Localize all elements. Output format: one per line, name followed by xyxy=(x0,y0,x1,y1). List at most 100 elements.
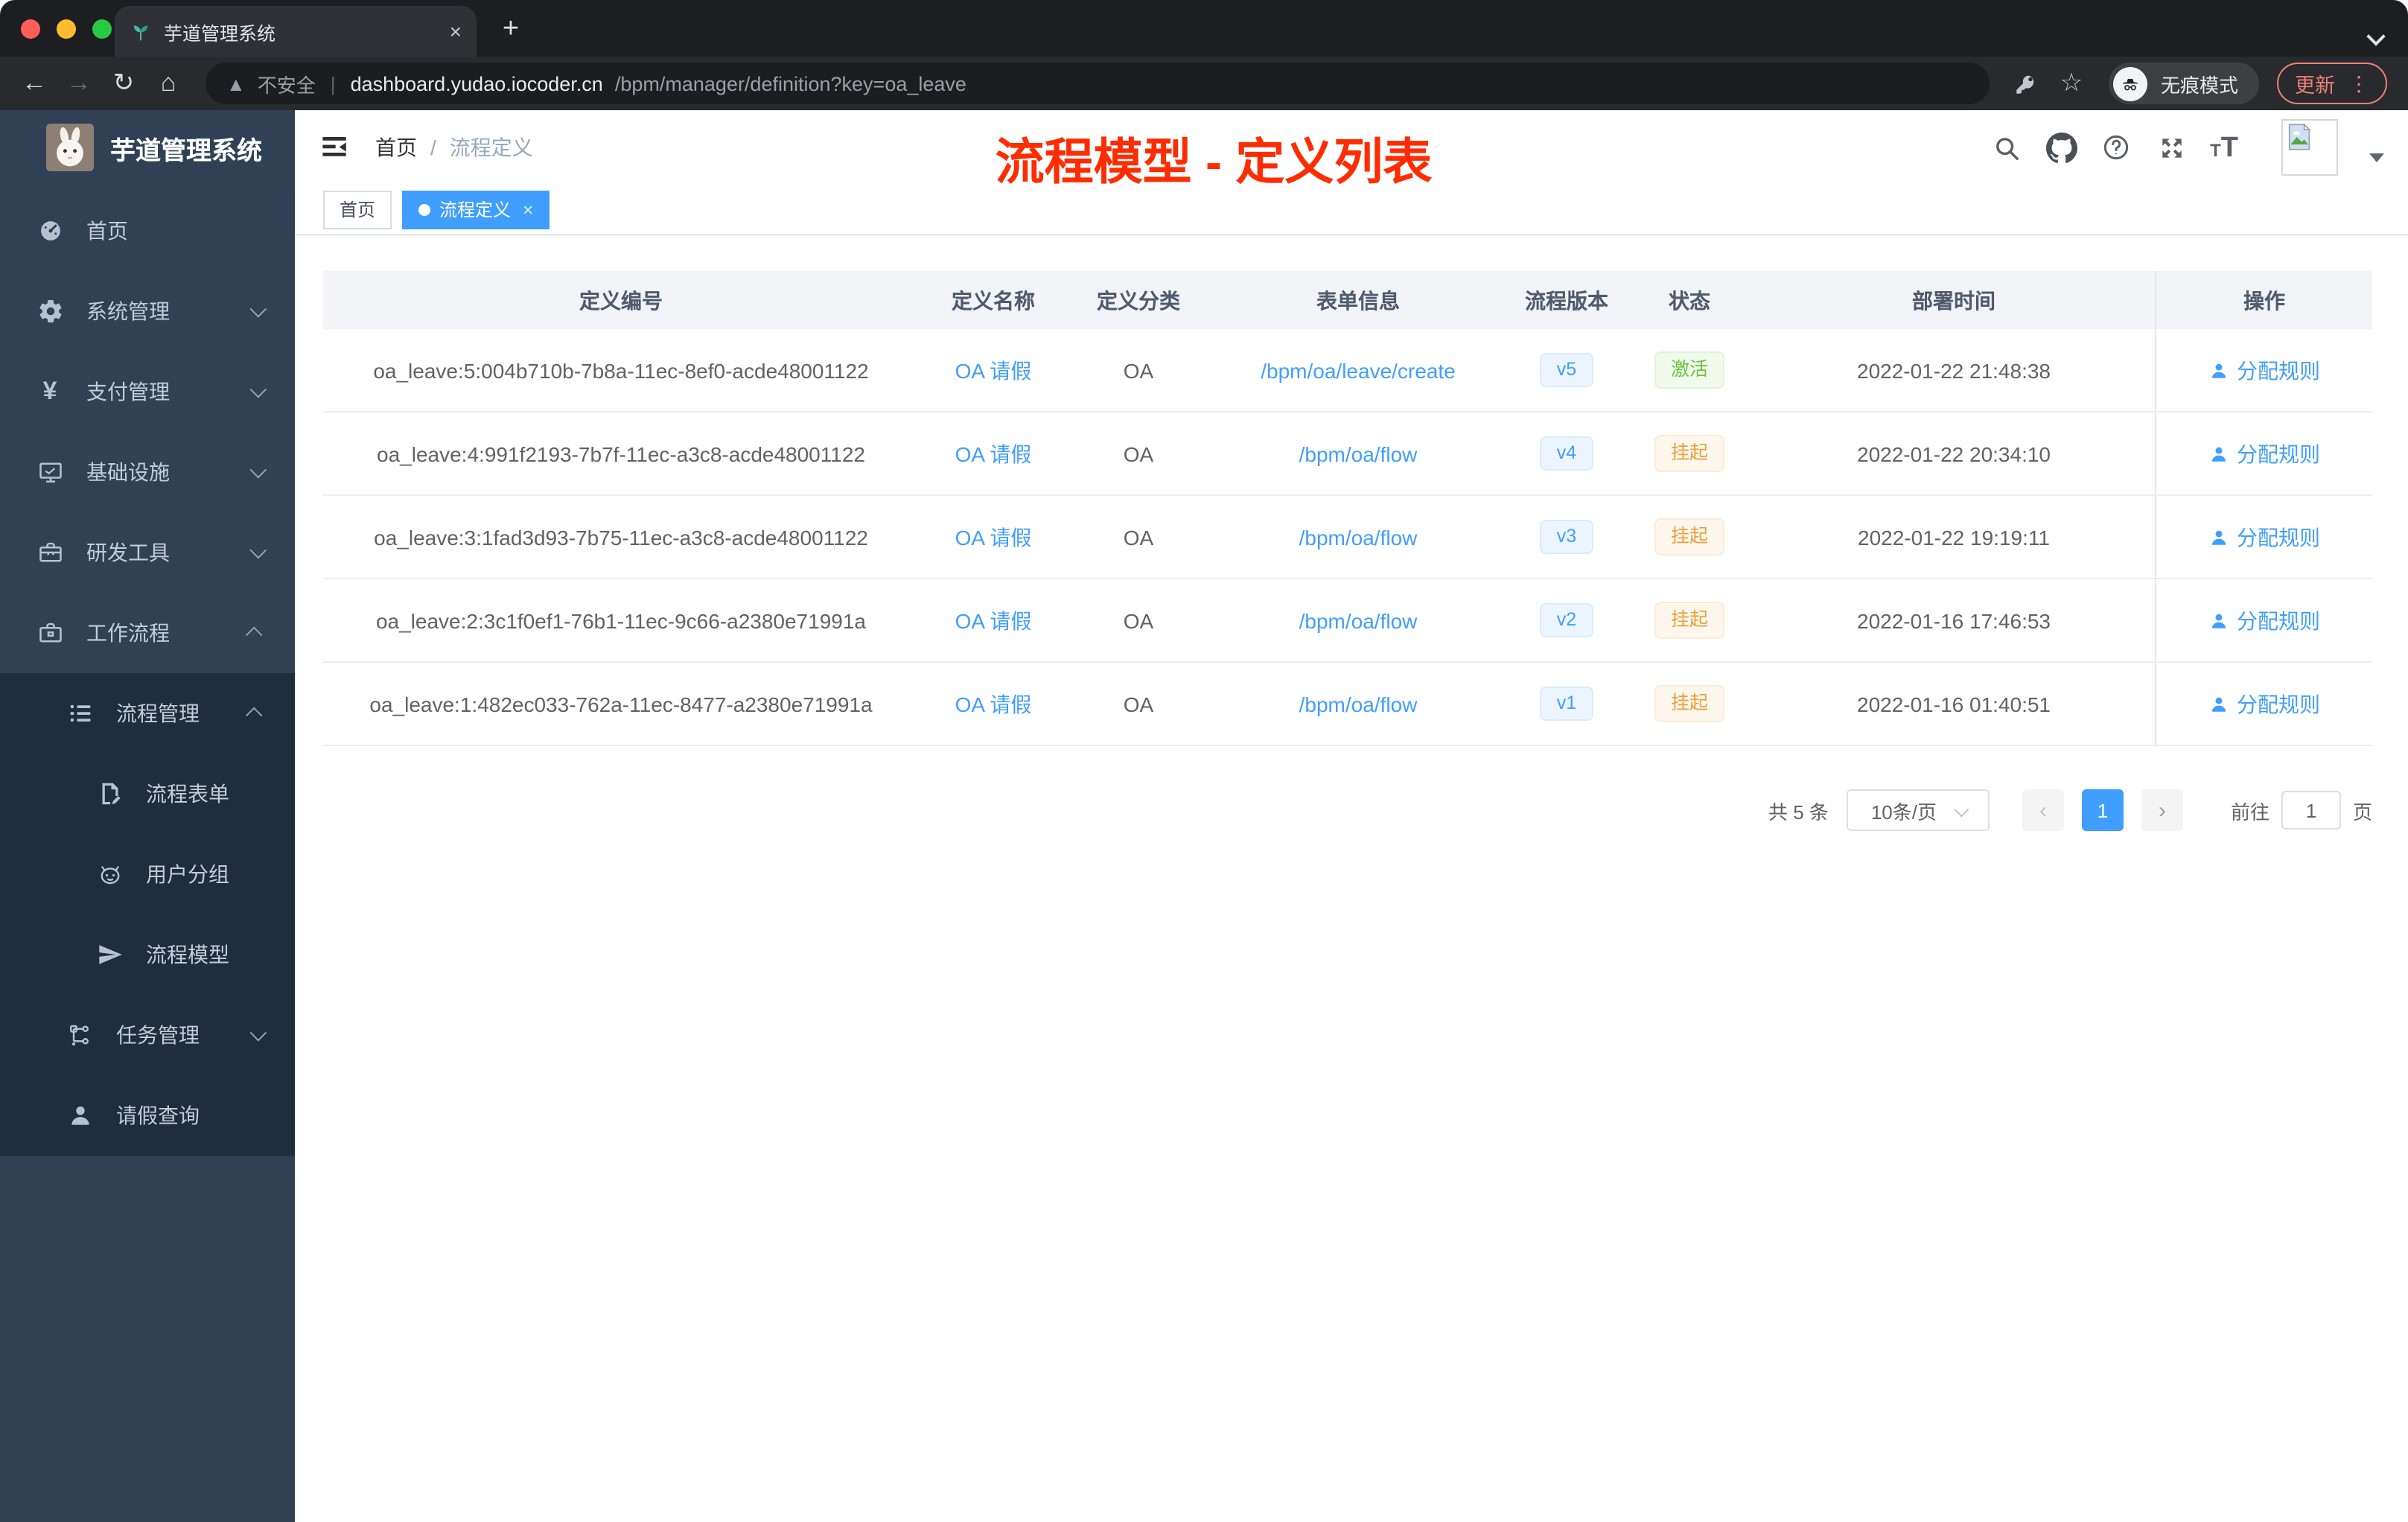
cell-version: v5 xyxy=(1507,353,1626,387)
cell-version: v1 xyxy=(1507,687,1626,721)
sidebar-item-process-mgmt[interactable]: 流程管理 xyxy=(0,673,295,754)
cell-category: OA xyxy=(1123,358,1154,382)
cell-status: 激活 xyxy=(1626,351,1753,389)
column-header-name: 定义名称 xyxy=(952,288,1035,312)
cell-version: v3 xyxy=(1507,520,1626,554)
assign-user-icon xyxy=(2208,693,2229,714)
logo-avatar xyxy=(46,124,94,171)
goto-page-input[interactable] xyxy=(2281,791,2341,830)
reload-button[interactable]: ↻ xyxy=(104,64,143,103)
status-badge: 挂起 xyxy=(1654,435,1724,472)
table-header: 定义编号 定义名称 定义分类 表单信息 流程版本 状态 部署时间 操作 xyxy=(323,271,2372,329)
not-secure-warning-icon: ▲ xyxy=(226,72,246,95)
home-button[interactable]: ⌂ xyxy=(149,64,188,103)
page-content: 定义编号 定义名称 定义分类 表单信息 流程版本 状态 部署时间 操作 oa_leave:5:… xyxy=(295,235,2408,1522)
app-title: 芋道管理系统 xyxy=(110,136,262,165)
cell-operations: 分配规则 xyxy=(2155,496,2372,578)
sidebar-item-devtools[interactable]: 研发工具 xyxy=(0,512,295,593)
prev-page-button[interactable]: ‹ xyxy=(2022,789,2064,831)
column-header-form: 表单信息 xyxy=(1316,288,1400,312)
form-info-link[interactable]: /bpm/oa/flow xyxy=(1299,608,1418,632)
assign-rule-label: 分配规则 xyxy=(2237,358,2320,382)
definition-name-link[interactable]: OA 请假 xyxy=(955,442,1032,465)
tab-close-icon[interactable]: × xyxy=(450,21,462,42)
current-page-button[interactable]: 1 xyxy=(2081,789,2124,831)
favicon-plant-icon xyxy=(130,20,152,42)
sidebar-item-system[interactable]: 系统管理 xyxy=(0,271,295,351)
pagination-total: 共 5 条 xyxy=(1768,800,1829,823)
cell-definition-name: OA 请假 xyxy=(919,605,1068,635)
sidebar-item-task-mgmt[interactable]: 任务管理 xyxy=(0,995,295,1075)
assign-rule-label: 分配规则 xyxy=(2237,525,2320,549)
help-icon[interactable] xyxy=(2100,131,2133,164)
definition-name-link[interactable]: OA 请假 xyxy=(955,608,1032,632)
back-button[interactable]: ← xyxy=(15,64,54,103)
search-icon[interactable] xyxy=(1990,131,2022,164)
tab-search-chevron-icon[interactable] xyxy=(2366,24,2386,46)
cell-definition-name: OA 请假 xyxy=(919,355,1068,385)
cell-form-info: /bpm/oa/flow xyxy=(1209,525,1507,549)
address-bar[interactable]: ▲ 不安全 | dashboard.yudao.iocoder.cn/bpm/m… xyxy=(206,63,1990,104)
user-avatar[interactable] xyxy=(2281,119,2338,176)
assign-rule-link[interactable]: 分配规则 xyxy=(2208,439,2320,468)
sidebar-item-workflow[interactable]: 工作流程 xyxy=(0,593,295,673)
definition-name-link[interactable]: OA 请假 xyxy=(955,525,1032,549)
sidebar-item-process-model[interactable]: 流程模型 xyxy=(0,914,295,995)
briefcase-icon xyxy=(36,619,64,647)
form-icon xyxy=(95,780,124,808)
github-icon[interactable] xyxy=(2045,131,2077,164)
sidebar-logo[interactable]: 芋道管理系统 xyxy=(0,110,295,185)
status-badge: 激活 xyxy=(1654,351,1724,389)
sidebar-item-label: 支付管理 xyxy=(86,380,170,404)
assign-rule-link[interactable]: 分配规则 xyxy=(2208,605,2320,635)
version-tag: v4 xyxy=(1540,436,1593,471)
new-tab-button[interactable]: + xyxy=(488,7,533,52)
close-window-button[interactable] xyxy=(21,19,40,39)
cell-operations: 分配规则 xyxy=(2155,579,2372,661)
forward-button[interactable]: → xyxy=(60,64,98,103)
cell-category: OA xyxy=(1123,525,1154,549)
font-size-icon[interactable]: TT xyxy=(2210,133,2238,162)
page-size-select[interactable]: 10条/页 xyxy=(1846,789,1990,831)
form-info-link[interactable]: /bpm/oa/leave/create xyxy=(1261,358,1456,382)
tag-process-definition[interactable]: 流程定义 × xyxy=(402,190,550,229)
cell-deploy-time: 2022-01-22 20:34:10 xyxy=(1857,442,2051,465)
version-tag: v2 xyxy=(1540,603,1593,637)
cell-form-info: /bpm/oa/flow xyxy=(1209,692,1507,716)
browser-menu-kebab-icon[interactable]: ⋮ xyxy=(2348,71,2369,96)
fullscreen-icon[interactable] xyxy=(2155,131,2188,164)
sidebar-item-user-group[interactable]: 用户分组 xyxy=(0,834,295,914)
assign-rule-link[interactable]: 分配规则 xyxy=(2208,355,2320,385)
dashboard-icon xyxy=(36,217,64,245)
tag-home[interactable]: 首页 xyxy=(323,190,392,229)
sidebar-item-payment[interactable]: ¥ 支付管理 xyxy=(0,351,295,432)
chrome-update-button[interactable]: 更新 ⋮ xyxy=(2277,63,2387,104)
breadcrumb-home[interactable]: 首页 xyxy=(375,133,417,162)
assign-rule-link[interactable]: 分配规则 xyxy=(2208,522,2320,552)
security-label: 不安全 xyxy=(257,74,316,96)
password-key-icon[interactable] xyxy=(2007,64,2046,103)
form-info-link[interactable]: /bpm/oa/flow xyxy=(1299,692,1418,716)
next-page-button[interactable]: › xyxy=(2141,789,2183,831)
assign-rule-link[interactable]: 分配规则 xyxy=(2208,689,2320,719)
sidebar-item-leave-query[interactable]: 请假查询 xyxy=(0,1075,295,1156)
cell-operations: 分配规则 xyxy=(2155,329,2372,411)
url-separator: | xyxy=(330,72,336,95)
column-header-status: 状态 xyxy=(1669,288,1710,312)
form-info-link[interactable]: /bpm/oa/flow xyxy=(1299,442,1418,465)
sidebar-item-infra[interactable]: 基础设施 xyxy=(0,432,295,512)
window-controls[interactable] xyxy=(21,19,112,39)
sidebar-item-process-form[interactable]: 流程表单 xyxy=(0,754,295,834)
sidebar-collapse-icon[interactable] xyxy=(319,131,351,164)
tag-close-icon[interactable]: × xyxy=(523,199,533,220)
sidebar-item-home[interactable]: 首页 xyxy=(0,191,295,271)
maximize-window-button[interactable] xyxy=(92,19,112,39)
avatar-dropdown-caret-icon[interactable] xyxy=(2369,153,2384,162)
version-tag: v5 xyxy=(1540,353,1593,387)
definition-name-link[interactable]: OA 请假 xyxy=(955,692,1032,716)
minimize-window-button[interactable] xyxy=(57,19,76,39)
browser-tab[interactable]: 芋道管理系统 × xyxy=(115,6,477,57)
bookmark-star-icon[interactable]: ☆ xyxy=(2052,64,2091,103)
form-info-link[interactable]: /bpm/oa/flow xyxy=(1299,525,1418,549)
definition-name-link[interactable]: OA 请假 xyxy=(955,358,1032,382)
